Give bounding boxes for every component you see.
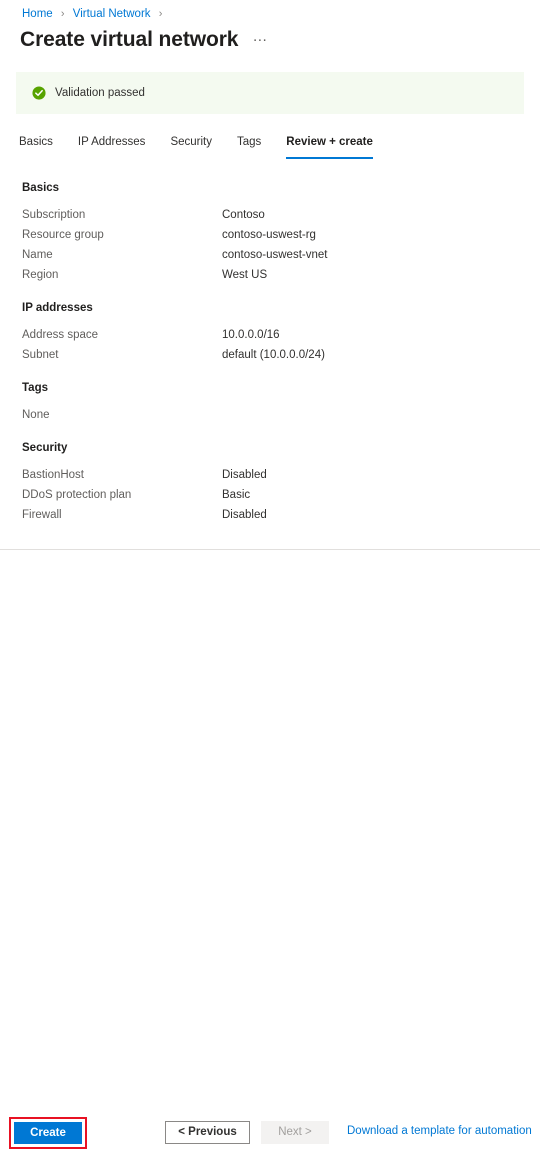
summary-row: Address space 10.0.0.0/16 — [22, 325, 512, 345]
section-heading: Tags — [22, 382, 48, 394]
section-tags: Tags None — [22, 382, 512, 425]
tags-empty-text: None — [22, 409, 50, 421]
section-security: Security BastionHost Disabled DDoS prote… — [22, 442, 512, 525]
validation-banner: Validation passed — [16, 72, 524, 114]
row-value: Disabled — [222, 509, 267, 521]
download-template-link[interactable]: Download a template for automation — [347, 1125, 532, 1137]
row-label: BastionHost — [22, 469, 85, 481]
row-label: Subscription — [22, 209, 86, 221]
more-options-icon[interactable]: … — [252, 29, 268, 50]
breadcrumb-item-virtual-network[interactable]: Virtual Network — [73, 8, 151, 20]
previous-button[interactable]: < Previous — [165, 1121, 250, 1144]
summary-row: Subscription Contoso — [22, 205, 512, 225]
row-label: Region — [22, 269, 59, 281]
create-button[interactable]: Create — [14, 1122, 82, 1144]
row-value: Contoso — [222, 209, 265, 221]
create-virtual-network-page: Home › Virtual Network › Create virtual … — [0, 0, 540, 1149]
tab-security[interactable]: Security — [170, 135, 212, 159]
tab-review-create[interactable]: Review + create — [286, 135, 373, 159]
summary-row: Subnet default (10.0.0.0/24) — [22, 345, 512, 365]
row-label: Address space — [22, 329, 99, 341]
section-heading: Security — [22, 442, 68, 454]
tab-tags[interactable]: Tags — [237, 135, 261, 159]
row-value: contoso-uswest-vnet — [222, 249, 328, 261]
row-label: Subnet — [22, 349, 59, 361]
breadcrumb: Home › Virtual Network › — [22, 6, 167, 22]
summary-row: BastionHost Disabled — [22, 465, 512, 485]
summary-row: Name contoso-uswest-vnet — [22, 245, 512, 265]
section-heading: IP addresses — [22, 302, 93, 314]
row-value: Disabled — [222, 469, 267, 481]
footer-action-bar: Create < Previous Next > Download a temp… — [0, 550, 540, 1149]
row-value: contoso-uswest-rg — [222, 229, 316, 241]
review-summary: Basics Subscription Contoso Resource gro… — [22, 182, 512, 542]
tab-ip-addresses[interactable]: IP Addresses — [78, 135, 146, 159]
page-title: Create virtual network — [20, 28, 239, 51]
next-button: Next > — [261, 1121, 329, 1144]
row-label: DDoS protection plan — [22, 489, 132, 501]
summary-row: Resource group contoso-uswest-rg — [22, 225, 512, 245]
row-label: Name — [22, 249, 53, 261]
validation-status-text: Validation passed — [55, 87, 145, 99]
row-value: default (10.0.0.0/24) — [222, 349, 325, 361]
wizard-tabs: Basics IP Addresses Security Tags Review… — [19, 135, 398, 159]
check-circle-icon — [32, 86, 46, 100]
row-label: Firewall — [22, 509, 62, 521]
page-header: Create virtual network … — [20, 27, 268, 53]
create-button-highlight: Create — [9, 1117, 87, 1149]
row-value: Basic — [222, 489, 251, 501]
row-label: Resource group — [22, 229, 104, 241]
tab-basics[interactable]: Basics — [19, 135, 53, 159]
section-ip-addresses: IP addresses Address space 10.0.0.0/16 S… — [22, 302, 512, 365]
row-value: 10.0.0.0/16 — [222, 329, 280, 341]
summary-row: DDoS protection plan Basic — [22, 485, 512, 505]
breadcrumb-separator-icon: › — [158, 8, 163, 20]
row-value: West US — [222, 269, 268, 281]
summary-row: Region West US — [22, 265, 512, 285]
section-basics: Basics Subscription Contoso Resource gro… — [22, 182, 512, 285]
breadcrumb-separator-icon: › — [60, 8, 65, 20]
section-heading: Basics — [22, 182, 60, 194]
summary-row: Firewall Disabled — [22, 505, 512, 525]
breadcrumb-item-home[interactable]: Home — [22, 8, 53, 20]
